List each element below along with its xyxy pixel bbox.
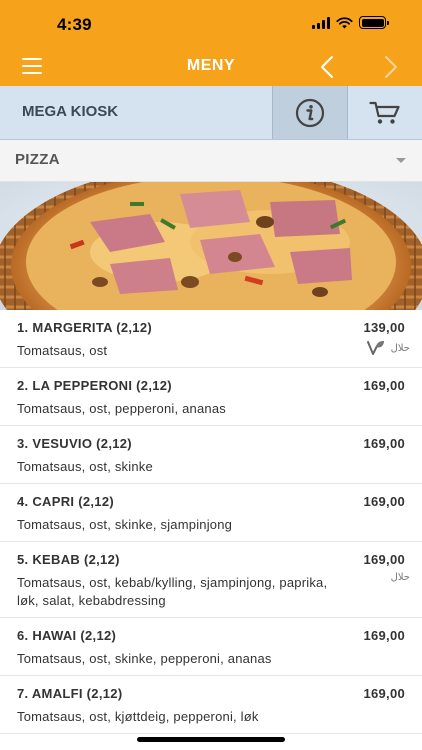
menu-item[interactable]: 7. AMALFI (2,12) 169,00 Tomatsaus, ost, … <box>0 676 422 734</box>
menu-item[interactable]: 5. KEBAB (2,12) 169,00 Tomatsaus, ost, k… <box>0 542 422 618</box>
menu-item-description: Tomatsaus, ost, kebab/kylling, sjampinjo… <box>17 575 328 608</box>
menu-icon[interactable] <box>22 58 42 74</box>
status-time: 4:39 <box>57 15 92 34</box>
menu-item-price: 169,00 <box>363 378 405 393</box>
menu-item-description: Tomatsaus, ost, skinke, pepperoni, anana… <box>17 651 272 666</box>
halal-label: حلال <box>390 342 410 354</box>
menu-item-name: 2. LA PEPPERONI (2,12) <box>17 378 172 393</box>
menu-item-name: 3. VESUVIO (2,12) <box>17 436 132 451</box>
menu-item-description: Tomatsaus, ost <box>17 343 108 358</box>
category-label: PIZZA <box>15 151 60 168</box>
menu-item[interactable]: 3. VESUVIO (2,12) 169,00 Tomatsaus, ost,… <box>0 426 422 484</box>
menu-item-tags: حلال <box>391 572 410 583</box>
menu-item-price: 169,00 <box>363 686 405 701</box>
menu-item[interactable]: 1. MARGERITA (2,12) 139,00 Tomatsaus, os… <box>0 310 422 368</box>
menu-item-name: 6. HAWAI (2,12) <box>17 628 117 643</box>
info-icon <box>295 98 325 127</box>
menu-list: 1. MARGERITA (2,12) 139,00 Tomatsaus, os… <box>0 310 422 734</box>
menu-item-name: 4. CAPRI (2,12) <box>17 494 114 509</box>
info-button[interactable] <box>272 86 348 139</box>
menu-item[interactable]: 2. LA PEPPERONI (2,12) 169,00 Tomatsaus,… <box>0 368 422 426</box>
menu-item-description: Tomatsaus, ost, pepperoni, ananas <box>17 401 226 416</box>
menu-item-tags: حلال <box>366 340 410 356</box>
menu-item-name: 1. MARGERITA (2,12) <box>17 320 152 335</box>
menu-item[interactable]: 4. CAPRI (2,12) 169,00 Tomatsaus, ost, s… <box>0 484 422 542</box>
menu-item-description: Tomatsaus, ost, skinke, sjampinjong <box>17 517 233 532</box>
wifi-icon <box>336 16 353 28</box>
category-banner-image <box>0 182 422 310</box>
cart-button[interactable] <box>348 86 422 139</box>
forward-chevron-icon[interactable] <box>378 54 402 80</box>
chevron-down-icon <box>396 158 406 163</box>
halal-label: حلال <box>390 572 410 583</box>
cart-icon <box>369 101 400 124</box>
category-selector[interactable]: PIZZA <box>0 140 422 182</box>
vegetarian-icon <box>366 341 384 355</box>
home-indicator[interactable] <box>137 737 285 742</box>
menu-item-description: Tomatsaus, ost, skinke <box>17 459 153 474</box>
menu-item-name: 7. AMALFI (2,12) <box>17 686 123 701</box>
menu-item-price: 169,00 <box>363 436 405 451</box>
store-name: MEGA KIOSK <box>22 103 119 120</box>
menu-item-price: 169,00 <box>363 552 405 567</box>
back-chevron-icon[interactable] <box>316 54 340 80</box>
page-title: MENY <box>186 57 236 74</box>
menu-item-price: 169,00 <box>363 494 405 509</box>
signal-icon <box>312 16 330 29</box>
menu-item[interactable]: 6. HAWAI (2,12) 169,00 Tomatsaus, ost, s… <box>0 618 422 676</box>
battery-icon <box>359 16 389 29</box>
top-bar: 4:39 MENY <box>0 0 422 86</box>
store-bar: MEGA KIOSK <box>0 86 422 140</box>
status-icons <box>312 16 389 29</box>
menu-item-price: 139,00 <box>363 320 405 335</box>
menu-item-description: Tomatsaus, ost, kjøttdeig, pepperoni, lø… <box>17 709 259 724</box>
menu-item-price: 169,00 <box>363 628 405 643</box>
menu-item-name: 5. KEBAB (2,12) <box>17 552 120 567</box>
